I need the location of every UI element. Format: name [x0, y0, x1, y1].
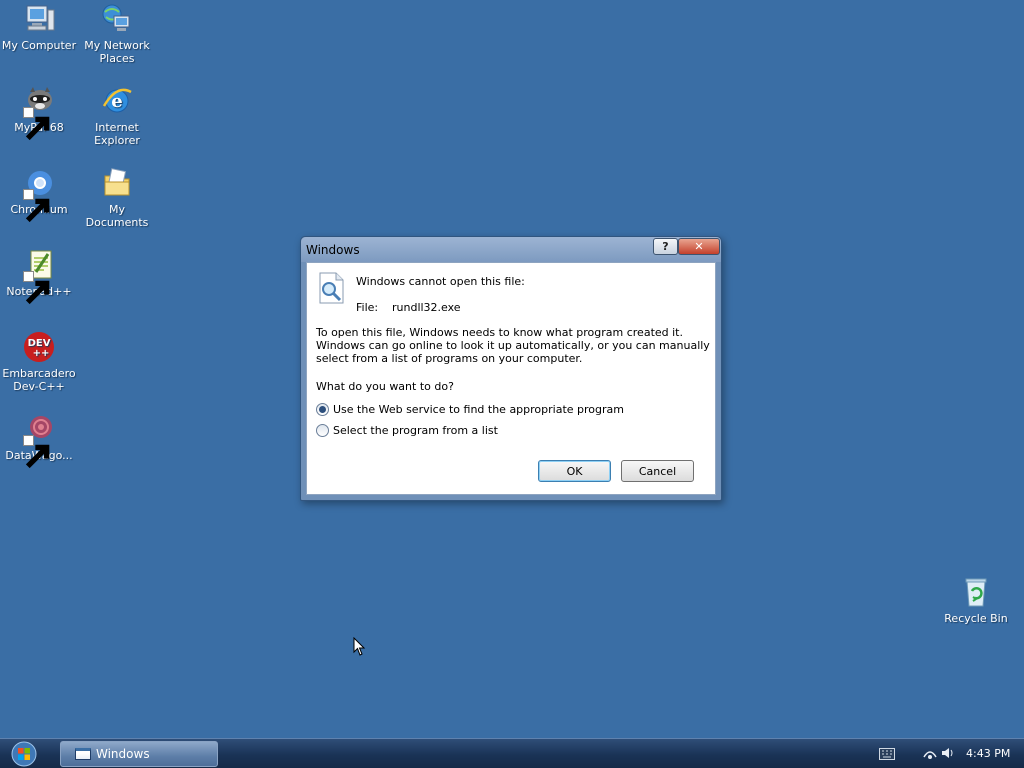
- computer-icon: [22, 2, 56, 36]
- internet-explorer-icon: e: [100, 84, 134, 118]
- option-label: Select the program from a list: [333, 424, 498, 437]
- file-name: rundll32.exe: [392, 301, 461, 314]
- radio-button-checked[interactable]: [316, 403, 329, 416]
- desktop-icon-label: My Computer: [1, 39, 77, 52]
- desktop-icon-label-line2: Dev-C++: [13, 380, 65, 393]
- close-icon: ✕: [694, 240, 704, 253]
- desktop-icon-chromium[interactable]: Chromium: [0, 166, 78, 223]
- option-select-from-list[interactable]: Select the program from a list: [316, 424, 498, 437]
- speaker-icon[interactable]: [940, 745, 956, 761]
- network-tray-icon[interactable]: [922, 745, 938, 761]
- shortcut-arrow-icon: [23, 435, 50, 469]
- start-button[interactable]: [8, 740, 40, 768]
- desktop-icon-my-computer[interactable]: My Computer: [0, 2, 78, 52]
- keyboard-icon[interactable]: [879, 748, 895, 760]
- taskbar: Windows 4:43 PM: [0, 738, 1024, 768]
- close-button[interactable]: ✕: [678, 238, 720, 255]
- window-icon: [75, 748, 91, 760]
- dialog-titlebar[interactable]: Windows ? ✕: [301, 237, 721, 262]
- notepad-plus-plus-icon: [22, 248, 56, 305]
- clock[interactable]: 4:43 PM: [966, 747, 1010, 760]
- shortcut-arrow-icon: [23, 271, 50, 305]
- datawagon-icon: [22, 412, 56, 469]
- taskbar-button-windows[interactable]: Windows: [60, 741, 218, 767]
- chromium-icon: [22, 166, 56, 223]
- help-icon: ?: [662, 240, 669, 253]
- dialog-body: Windows cannot open this file: File: run…: [306, 262, 716, 495]
- desktop-icon-internet-explorer[interactable]: e Internet Explorer: [78, 84, 156, 147]
- desktop-icon-mypal[interactable]: MyPal 68: [0, 84, 78, 141]
- dev-cpp-logo-icon: DEV ++: [22, 330, 56, 364]
- shortcut-arrow-icon: [23, 107, 50, 141]
- desktop-icon-my-documents[interactable]: My Documents: [78, 166, 156, 229]
- dialog-title: Windows: [306, 243, 360, 257]
- desktop-icon-datawagon[interactable]: DataWago...: [0, 412, 78, 469]
- network-icon: [100, 2, 134, 36]
- desktop-icon-notepad-plus-plus[interactable]: Notepad++: [0, 248, 78, 305]
- file-label: File:: [356, 301, 379, 314]
- question-text: What do you want to do?: [316, 380, 454, 393]
- desktop-icon-label: My Network: [84, 39, 150, 52]
- windows-logo-icon: [11, 741, 37, 767]
- desktop-icon-label-line2: Places: [99, 52, 135, 65]
- error-message: Windows cannot open this file:: [356, 275, 525, 288]
- help-button[interactable]: ?: [653, 238, 678, 255]
- desktop-icon-label-line2: Documents: [85, 216, 149, 229]
- desktop-icon-label: My: [108, 203, 125, 216]
- desktop-icon-recycle-bin[interactable]: Recycle Bin: [937, 575, 1015, 625]
- radio-button-unchecked[interactable]: [316, 424, 329, 437]
- mouse-cursor-icon: [353, 637, 366, 656]
- option-label: Use the Web service to find the appropri…: [333, 403, 624, 416]
- desktop-icon-my-network-places[interactable]: My Network Places: [78, 2, 156, 65]
- desktop-icon-label: Embarcadero: [2, 367, 76, 380]
- documents-folder-icon: [100, 166, 134, 200]
- svg-text:++: ++: [33, 348, 50, 359]
- shortcut-arrow-icon: [23, 189, 50, 223]
- unknown-file-search-icon: [316, 271, 348, 305]
- open-file-dialog: Windows ? ✕ Windows cannot open this fil…: [300, 236, 722, 501]
- explanation-text: To open this file, Windows needs to know…: [316, 326, 710, 365]
- raccoon-icon: [22, 84, 56, 141]
- desktop-icon-label: Recycle Bin: [944, 612, 1008, 625]
- recycle-bin-icon: [959, 575, 993, 609]
- ok-button[interactable]: OK: [538, 460, 611, 482]
- desktop-icon-label-line2: Explorer: [94, 134, 140, 147]
- option-web-service[interactable]: Use the Web service to find the appropri…: [316, 403, 624, 416]
- cancel-button[interactable]: Cancel: [621, 460, 694, 482]
- desktop-icon-label: Internet: [95, 121, 139, 134]
- taskbar-button-label: Windows: [96, 747, 150, 761]
- desktop-icon-dev-cpp[interactable]: DEV ++ Embarcadero Dev-C++: [0, 330, 78, 393]
